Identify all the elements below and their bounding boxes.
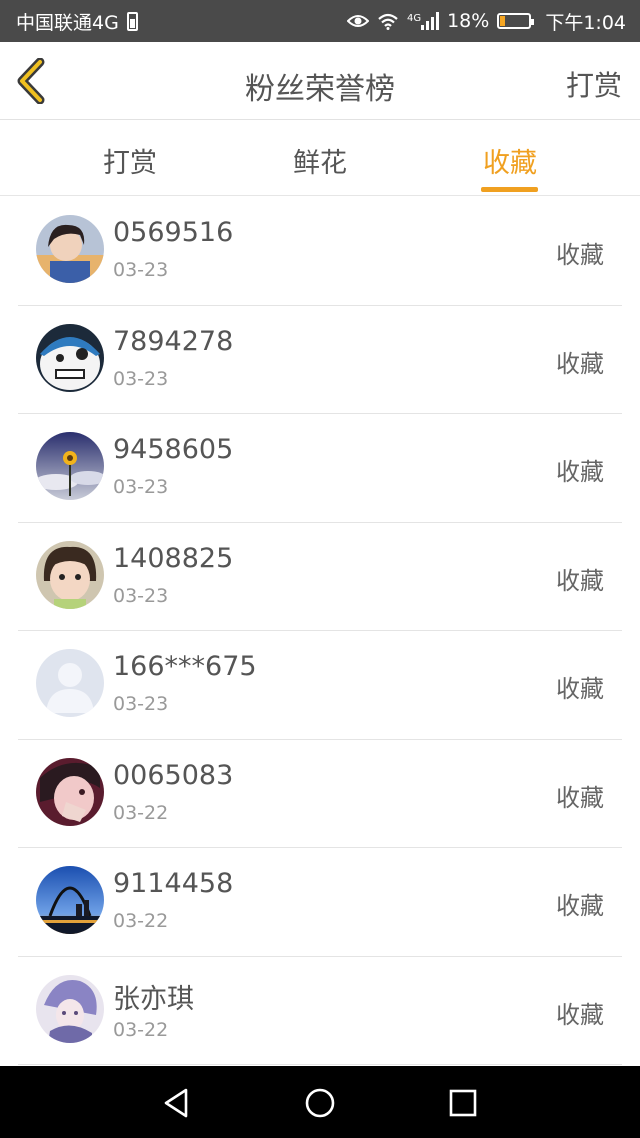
default-user-icon <box>36 649 104 717</box>
header: 粉丝荣誉榜 打赏 <box>0 42 640 120</box>
fan-list: 0569516 03-23 收藏 7894278 03-23 收藏 945860… <box>0 197 640 1065</box>
fan-date: 03-22 <box>113 801 169 824</box>
avatar-cartoon-face <box>36 323 104 392</box>
fan-name: 0065083 <box>113 759 234 791</box>
wifi-icon <box>378 13 398 30</box>
avatar-woman-photo <box>36 757 104 826</box>
reward-button[interactable]: 打赏 <box>566 64 622 104</box>
row-divider <box>18 1064 622 1065</box>
list-item[interactable]: 0569516 03-23 收藏 <box>0 197 640 306</box>
avatar-anime-photo <box>36 974 104 1043</box>
sim-battery-icon <box>126 11 138 31</box>
tab-favorites[interactable]: 收藏 <box>450 141 570 180</box>
avatar-sunflower-photo <box>36 432 104 500</box>
avatar-girl-photo <box>36 215 104 283</box>
fan-name: 9114458 <box>113 868 234 899</box>
avatar-city-arch-photo <box>36 866 104 934</box>
list-item[interactable]: 0065083 03-22 收藏 <box>0 740 640 848</box>
active-tab-indicator <box>481 187 538 192</box>
status-left: 中国联通4G <box>16 8 138 35</box>
list-item[interactable]: 张亦琪 03-22 收藏 <box>0 957 640 1065</box>
signal-icon <box>421 12 440 30</box>
fan-date: 03-23 <box>113 476 169 498</box>
battery-percent: 18% <box>447 10 490 32</box>
list-item[interactable]: 9458605 03-23 收藏 <box>0 414 640 523</box>
clock: 下午1:04 <box>545 11 626 34</box>
list-item[interactable]: 166***675 03-23 收藏 <box>0 631 640 740</box>
fan-name: 166***675 <box>113 651 257 682</box>
fan-name: 张亦琪 <box>113 983 194 1015</box>
tab-bar: 打赏 鲜花 收藏 <box>0 121 640 196</box>
fan-date: 03-23 <box>113 584 169 607</box>
list-item[interactable]: 9114458 03-22 收藏 <box>0 848 640 957</box>
page-title: 粉丝荣誉榜 <box>245 72 395 107</box>
carrier-label: 中国联通4G <box>16 11 119 34</box>
list-item[interactable]: 7894278 03-23 收藏 <box>0 306 640 414</box>
recents-square-icon[interactable] <box>446 1086 480 1120</box>
fan-date: 03-22 <box>113 1018 169 1041</box>
status-bar: 中国联通4G 4G 18% 下午1:04 <box>0 0 640 42</box>
favorite-label: 收藏 <box>556 675 604 703</box>
fan-date: 03-23 <box>113 693 169 715</box>
tab-flowers[interactable]: 鲜花 <box>260 141 380 180</box>
back-triangle-icon[interactable] <box>160 1086 194 1120</box>
favorite-label: 收藏 <box>556 892 604 920</box>
fan-name: 7894278 <box>113 325 234 357</box>
favorite-label: 收藏 <box>556 458 604 486</box>
eye-icon <box>346 15 369 27</box>
home-circle-icon[interactable] <box>303 1086 337 1120</box>
fan-date: 03-23 <box>113 259 169 281</box>
favorite-label: 收藏 <box>556 566 604 595</box>
status-right: 4G 18% 下午1:04 <box>346 8 626 35</box>
fan-name: 0569516 <box>113 217 234 248</box>
fan-name: 1408825 <box>113 542 234 574</box>
favorite-label: 收藏 <box>556 783 604 812</box>
system-nav-bar <box>0 1066 640 1138</box>
favorite-label: 收藏 <box>556 1000 604 1029</box>
fan-name: 9458605 <box>113 434 234 465</box>
favorite-label: 收藏 <box>556 349 604 378</box>
fan-date: 03-23 <box>113 367 169 390</box>
favorite-label: 收藏 <box>556 241 604 269</box>
network-tag: 4G <box>406 13 422 24</box>
avatar-child-photo <box>36 540 104 609</box>
list-item[interactable]: 1408825 03-23 收藏 <box>0 523 640 631</box>
battery-icon <box>497 13 535 29</box>
fan-date: 03-22 <box>113 910 169 932</box>
tab-reward[interactable]: 打赏 <box>70 141 190 180</box>
